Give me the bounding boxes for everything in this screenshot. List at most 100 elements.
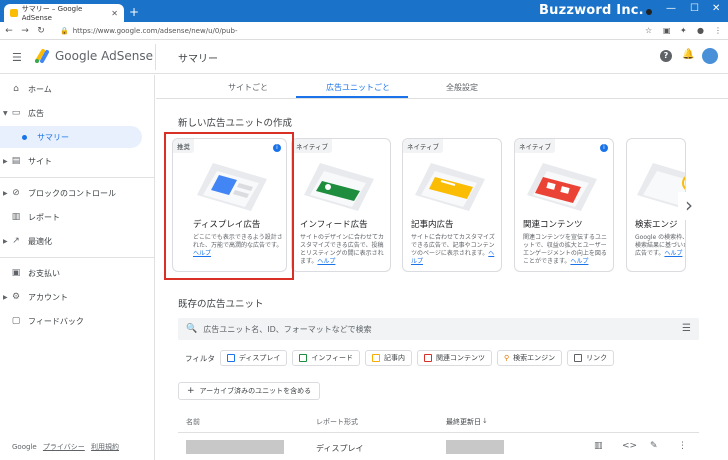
ad-unit-search[interactable]: 🔍 広告ユニット名、ID、フォーマットなどで検索 ☰	[178, 318, 699, 340]
card-in-article-ads[interactable]: ネイティブ 記事内広告 サイトに合わせてカスタマイズできる広告で、記事やコンテン…	[402, 138, 502, 272]
table-row[interactable]: ディスプレイ ▥ <> ✎ ⋮	[178, 436, 699, 460]
sidebar-item-account[interactable]: ▶ ⚙ アカウント	[0, 286, 150, 308]
related-content-illustration	[527, 163, 597, 211]
sidebar-item-label: アカウント	[28, 292, 68, 302]
help-link[interactable]: ヘルプ	[664, 250, 682, 257]
sidebar-item-reports[interactable]: ▥ レポート	[0, 206, 150, 228]
sidebar-item-sites[interactable]: ▶ ▤ サイト	[0, 150, 150, 172]
filter-chip-display[interactable]: ディスプレイ	[219, 350, 288, 366]
table-header: 名前 レポート形式 最終更新日 ↓	[178, 411, 699, 433]
carousel-next-icon[interactable]: ›	[678, 192, 700, 220]
card-related-content[interactable]: ネイティブ i 関連コンテンツ 関連コンテンツを宣伝するユニットで、収益の拡大と…	[514, 138, 614, 272]
in-article-icon	[372, 354, 381, 362]
sites-icon: ▤	[11, 156, 21, 166]
menu-icon[interactable]: ☰	[12, 51, 22, 64]
sidebar-item-feedback[interactable]: ▢ フィードバック	[0, 310, 150, 332]
info-icon[interactable]: i	[600, 144, 608, 152]
link-icon	[574, 354, 583, 362]
sidebar-divider	[0, 257, 154, 258]
filter-chip-link[interactable]: リンク	[567, 350, 615, 366]
sort-down-arrow-icon[interactable]: ↓	[482, 417, 488, 425]
edit-icon[interactable]: ✎	[650, 441, 658, 451]
sidebar-item-ads[interactable]: ▼ ▭ 広告	[0, 102, 150, 124]
logo-text: Google AdSense	[55, 49, 153, 63]
privacy-link[interactable]: プライバシー	[43, 443, 85, 451]
address-bar: ← → ↻ 🔒 https://www.google.com/adsense/n…	[0, 22, 728, 40]
url-field[interactable]: 🔒 https://www.google.com/adsense/new/u/0…	[56, 24, 656, 38]
profile-icon[interactable]: ●	[697, 26, 704, 35]
forward-icon[interactable]: →	[18, 26, 32, 36]
sidebar-item-home[interactable]: ⌂ ホーム	[0, 78, 150, 100]
card-tag: ネイティブ	[515, 139, 555, 153]
column-last-updated[interactable]: 最終更新日	[446, 417, 481, 427]
filter-chip-search-engine[interactable]: ⚲ 検索エンジン	[497, 350, 563, 366]
sidebar-item-payments[interactable]: ▣ お支払い	[0, 262, 150, 284]
tab-bar: サイトごと 広告ユニットごと 全般設定	[156, 75, 728, 99]
avatar[interactable]	[702, 48, 718, 64]
include-archived-button[interactable]: + アーカイブ済みのユニットを含める	[178, 382, 321, 400]
card-desc-text: 関連コンテンツを宣伝するユニットで、収益の拡大とユーザー エンゲージメントの向上…	[523, 234, 608, 265]
tab-general-settings[interactable]: 全般設定	[446, 82, 478, 93]
search-placeholder: 広告ユニット名、ID、フォーマットなどで検索	[203, 324, 372, 334]
sidebar-item-label: 広告	[28, 108, 44, 118]
more-options-icon[interactable]: ⋮	[678, 441, 687, 451]
close-window-icon[interactable]: ✕	[712, 3, 720, 14]
sidebar-item-label: レポート	[28, 212, 60, 222]
sidebar-item-summary[interactable]: サマリー	[0, 126, 142, 148]
card-title: 関連コンテンツ	[523, 220, 583, 230]
card-desc-text: サイトに合わせてカスタマイズできる広告で、記事やコンテンツのページに表示されます…	[411, 234, 495, 257]
report-icon[interactable]: ▥	[594, 441, 603, 451]
app-header: ☰ Google AdSense サマリー ? 🔔	[0, 40, 728, 74]
filter-chip-in-article[interactable]: 記事内	[365, 350, 413, 366]
card-search-engine[interactable]: 検索エンジ Google の検索枠、検索結果に基づいた広告です。ヘルプ	[626, 138, 686, 272]
chip-label: 記事内	[384, 354, 406, 362]
filter-list-icon[interactable]: ☰	[682, 323, 691, 334]
existing-section-title: 既存の広告ユニット	[178, 299, 264, 310]
help-icon[interactable]: ?	[660, 50, 672, 62]
url-text: https://www.google.com/adsense/new/u/0/p…	[72, 27, 238, 35]
help-link[interactable]: ヘルプ	[570, 258, 588, 265]
browser-tab[interactable]: サマリー – Google AdSense ✕	[4, 4, 124, 22]
puzzle-icon[interactable]: ✦	[680, 26, 687, 35]
sidebar-item-optimization[interactable]: ▶ ↗ 最適化	[0, 230, 150, 252]
column-report-format[interactable]: レポート形式	[316, 417, 358, 427]
lock-icon: 🔒	[60, 27, 69, 35]
notification-bell-icon[interactable]: 🔔	[682, 49, 694, 60]
expand-arrow-icon: ▶	[3, 293, 8, 301]
sidebar-item-label: ホーム	[28, 84, 52, 94]
sidebar-item-blocking-controls[interactable]: ▶ ⊘ ブロックのコントロール	[0, 182, 150, 204]
card-in-feed-ads[interactable]: ネイティブ インフィード広告 サイトのデザインに合わせてカスタマイズできる広告で…	[291, 138, 391, 272]
block-icon: ⊘	[12, 188, 20, 198]
trending-icon: ↗	[12, 236, 20, 246]
card-desc-text: サイトのデザインに合わせてカスタマイズできる広告で、投稿とリスティングの間に表示…	[300, 234, 385, 265]
tab-by-ad-unit[interactable]: 広告ユニットごと	[326, 82, 390, 93]
search-engine-icon: ⚲	[504, 354, 510, 362]
help-link[interactable]: ヘルプ	[317, 258, 335, 265]
expand-arrow-icon: ▶	[3, 157, 8, 165]
filter-chip-in-feed[interactable]: インフィード	[292, 350, 361, 366]
ads-icon: ▭	[11, 108, 21, 118]
minimize-icon[interactable]: —	[666, 3, 676, 14]
close-tab-icon[interactable]: ✕	[111, 9, 118, 18]
card-title: 検索エンジ	[635, 220, 678, 230]
back-icon[interactable]: ←	[2, 26, 16, 36]
sidebar-footer: Google プライバシー 利用規約	[12, 442, 119, 452]
browser-tab-title: サマリー – Google AdSense	[21, 5, 83, 22]
maximize-icon[interactable]: ☐	[690, 3, 699, 14]
new-tab-button[interactable]: +	[129, 5, 139, 19]
active-tab-indicator	[296, 96, 408, 98]
menu-dots-icon[interactable]: ⋮	[714, 26, 722, 35]
star-icon[interactable]: ☆	[645, 26, 652, 35]
code-icon[interactable]: <>	[622, 441, 637, 451]
tab-by-site[interactable]: サイトごと	[228, 82, 268, 93]
sidebar-item-label: サマリー	[37, 132, 69, 142]
reload-icon[interactable]: ↻	[34, 26, 48, 36]
terms-link[interactable]: 利用規約	[91, 443, 119, 451]
column-name[interactable]: 名前	[186, 417, 200, 427]
extension-icon[interactable]: ▣	[663, 26, 671, 35]
card-description: Google の検索枠、検索結果に基づいた広告です。ヘルプ	[635, 234, 685, 258]
expand-arrow-icon: ▶	[3, 237, 8, 245]
page-title: サマリー	[178, 54, 218, 65]
card-title: 記事内広告	[411, 220, 454, 230]
filter-chip-related-content[interactable]: 関連コンテンツ	[417, 350, 493, 366]
